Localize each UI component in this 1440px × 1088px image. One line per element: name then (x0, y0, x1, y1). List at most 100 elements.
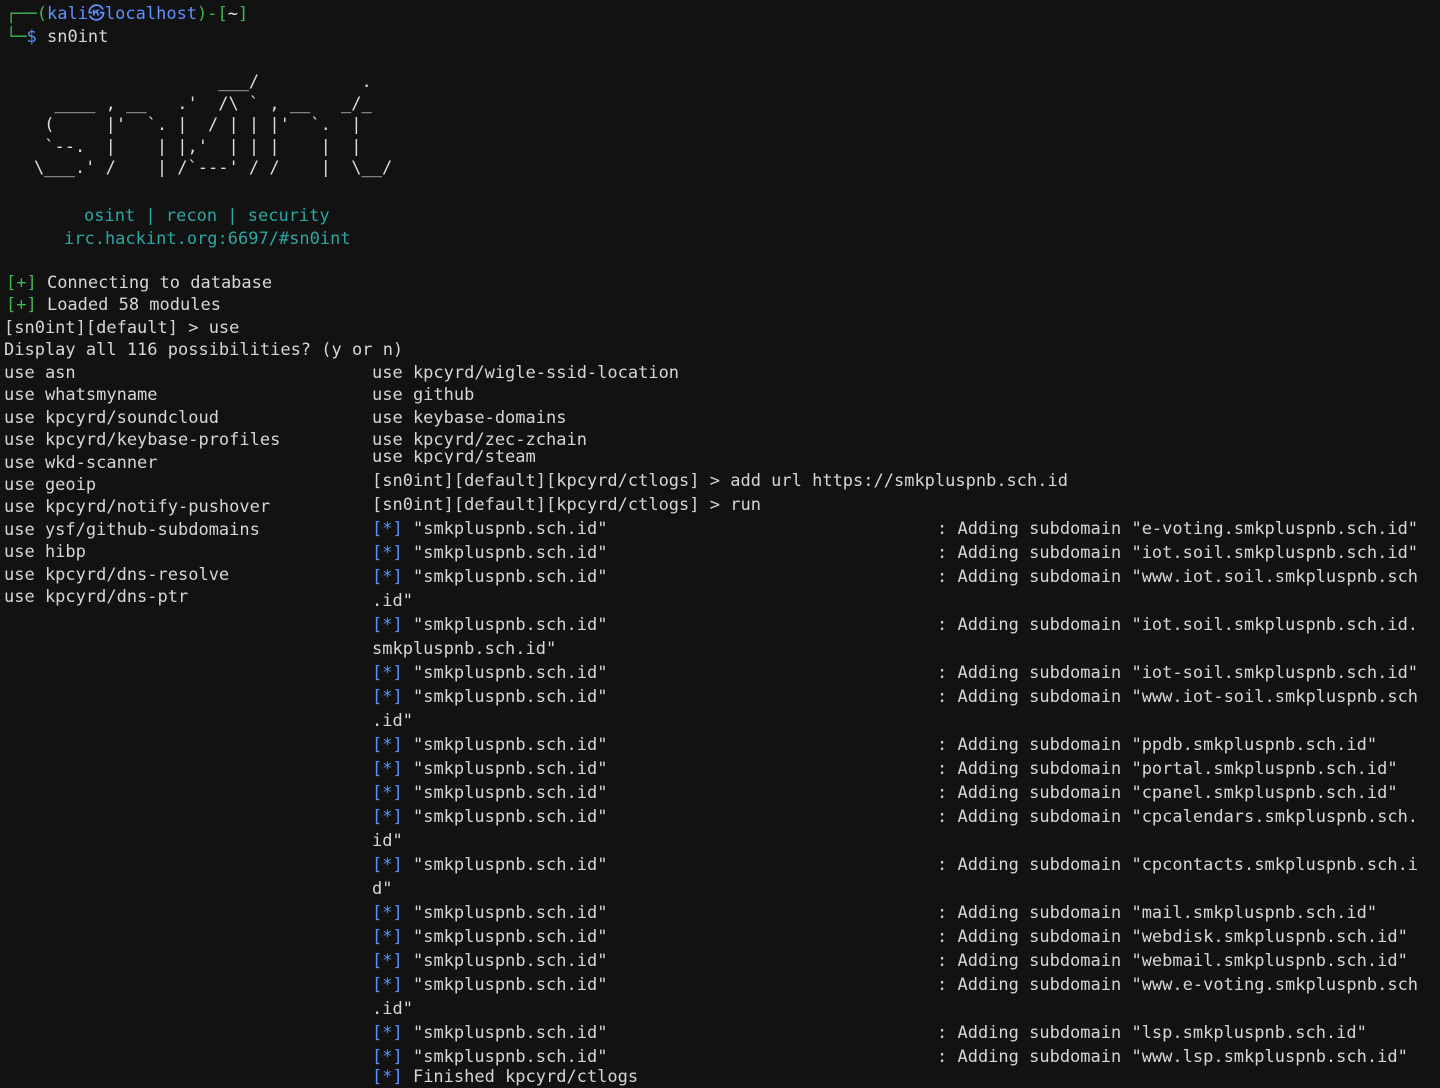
completion-item: use kpcyrd/zec-zchain (372, 430, 587, 451)
completion-item: use whatsmyname (4, 385, 158, 406)
log-message: : Adding subdomain "mail.smkpluspnb.sch.… (937, 903, 1378, 923)
log-message: : Adding subdomain "lsp.smkpluspnb.sch.i… (937, 1023, 1367, 1043)
log-line: [*] "smkpluspnb.sch.id" (372, 1022, 607, 1044)
status-loaded: [+] Loaded 58 modules (6, 295, 221, 315)
status-marker: [+] (6, 295, 37, 315)
log-domain: "smkpluspnb.sch.id" (412, 1047, 608, 1067)
log-marker: [*] (372, 663, 403, 683)
prompt-host: localhost (104, 4, 198, 24)
log-wrap: d" (372, 879, 393, 899)
prompt-dollar: $ (26, 27, 37, 47)
log-domain: "smkpluspnb.sch.id" (412, 567, 608, 587)
log-domain: "smkpluspnb.sch.id" (412, 759, 608, 779)
log-marker: [*] (372, 807, 403, 827)
completion-item: use hibp (4, 542, 86, 563)
log-marker: [*] (372, 567, 403, 587)
prompt-user: kali (46, 4, 88, 24)
status-marker: [+] (6, 273, 37, 293)
log-marker: [*] (372, 1067, 403, 1087)
log-marker: [*] (372, 855, 403, 875)
log-line: [*] "smkpluspnb.sch.id" (372, 518, 607, 540)
log-domain: "smkpluspnb.sch.id" (412, 927, 608, 947)
banner-tagline: osint | recon | security (84, 206, 330, 226)
log-line: [*] "smkpluspnb.sch.id" (372, 854, 607, 876)
log-line: [*] "smkpluspnb.sch.id" (372, 542, 607, 564)
log-marker: [*] (372, 951, 403, 971)
completion-item: use wkd-scanner (4, 452, 158, 473)
log-domain: "smkpluspnb.sch.id" (412, 615, 608, 635)
log-message: : Adding subdomain "iot.soil.smkpluspnb.… (937, 615, 1419, 635)
log-domain: "smkpluspnb.sch.id" (412, 951, 608, 971)
completion-item: use kpcyrd/notify-pushover (4, 497, 271, 518)
log-line: [*] "smkpluspnb.sch.id" (372, 614, 607, 636)
log-domain: "smkpluspnb.sch.id" (412, 519, 608, 539)
log-message: : Adding subdomain "cpcontacts.smkpluspn… (937, 855, 1419, 875)
completion-item: use kpcyrd/wigle-ssid-location (372, 363, 680, 383)
log-domain: "smkpluspnb.sch.id" (412, 975, 608, 995)
log-message: : Adding subdomain "www.iot.soil.smkplus… (937, 567, 1419, 587)
shell-command: sn0int (46, 27, 109, 47)
completion-item: use asn (4, 363, 76, 383)
log-message: : Adding subdomain "webmail.smkpluspnb.s… (937, 951, 1408, 971)
log-marker: [*] (372, 975, 403, 995)
status-connecting: [+] Connecting to database (6, 273, 273, 293)
log-message: : Adding subdomain "www.iot-soil.smkplus… (937, 687, 1419, 707)
log-line: [*] "smkpluspnb.sch.id" (372, 566, 607, 588)
completion-cut-off: use kpcyrd/steam (372, 450, 872, 464)
log-line: [*] "smkpluspnb.sch.id" (372, 662, 607, 684)
log-line: [*] "smkpluspnb.sch.id" (372, 1046, 607, 1068)
log-line: [*] "smkpluspnb.sch.id" (372, 806, 607, 828)
prompt-corner: ┌── (6, 4, 37, 24)
log-domain: "smkpluspnb.sch.id" (412, 807, 608, 827)
log-domain: "smkpluspnb.sch.id" (412, 687, 608, 707)
finished-line: [*] Finished kpcyrd/ctlogs (372, 1067, 639, 1087)
log-line: [*] "smkpluspnb.sch.id" (372, 734, 607, 756)
log-message: : Adding subdomain "ppdb.smkpluspnb.sch.… (937, 735, 1378, 755)
completion-item: use geoip (4, 475, 97, 495)
banner-irc: irc.hackint.org:6697/#sn0int (64, 229, 351, 249)
command-run: [sn0int][default][kpcyrd/ctlogs] > run (372, 495, 761, 515)
log-message: : Adding subdomain "webdisk.smkpluspnb.s… (937, 927, 1408, 947)
log-message: : Adding subdomain "www.e-voting.smkplus… (937, 975, 1419, 995)
log-line: [*] "smkpluspnb.sch.id" (372, 686, 607, 708)
log-domain: "smkpluspnb.sch.id" (412, 1023, 608, 1043)
log-wrap: .id" (372, 999, 413, 1019)
log-wrap: smkpluspnb.sch.id" (372, 639, 557, 659)
log-message: : Adding subdomain "cpanel.smkpluspnb.sc… (937, 783, 1398, 803)
log-domain: "smkpluspnb.sch.id" (412, 903, 608, 923)
log-line: [*] "smkpluspnb.sch.id" (372, 902, 607, 924)
log-line: [*] "smkpluspnb.sch.id" (372, 926, 607, 948)
completion-item: use kpcyrd/dns-resolve (4, 564, 230, 585)
completion-item: use github (372, 385, 475, 406)
log-message: : Adding subdomain "cpcalendars.smkplusp… (937, 807, 1419, 827)
log-domain: "smkpluspnb.sch.id" (412, 855, 608, 875)
sn0int-ascii-logo: ___/ . ____ , __ .' /\ ` , __ _/_ ( |' `… (34, 72, 393, 178)
log-marker: [*] (372, 903, 403, 923)
log-marker: [*] (372, 759, 403, 779)
log-message: : Adding subdomain "portal.smkpluspnb.sc… (937, 759, 1398, 779)
repl-prompt-use: [sn0int][default] > use (4, 318, 240, 338)
log-domain: "smkpluspnb.sch.id" (412, 783, 608, 803)
shell-command-line: └─$ sn0int (6, 26, 108, 48)
log-domain: "smkpluspnb.sch.id" (412, 543, 608, 563)
log-marker: [*] (372, 687, 403, 707)
shell-prompt-line: ┌──(kali㉿localhost)-[~] (6, 4, 249, 24)
log-marker: [*] (372, 615, 403, 635)
log-message: : Adding subdomain "www.lsp.smkpluspnb.s… (937, 1047, 1408, 1067)
completion-item: use kpcyrd/dns-ptr (4, 587, 189, 607)
command-add-url: [sn0int][default][kpcyrd/ctlogs] > add u… (372, 471, 1068, 491)
log-marker: [*] (372, 783, 403, 803)
prompt-dir: ~ (227, 4, 239, 24)
log-marker: [*] (372, 1023, 403, 1043)
log-marker: [*] (372, 543, 403, 563)
log-line: [*] "smkpluspnb.sch.id" (372, 758, 607, 780)
log-line: [*] "smkpluspnb.sch.id" (372, 950, 607, 972)
log-domain: "smkpluspnb.sch.id" (412, 663, 608, 683)
log-marker: [*] (372, 927, 403, 947)
log-wrap: .id" (372, 591, 413, 611)
log-marker: [*] (372, 519, 403, 539)
log-line: [*] "smkpluspnb.sch.id" (372, 974, 607, 996)
log-message: : Adding subdomain "e-voting.smkpluspnb.… (937, 519, 1419, 539)
completion-cut-off-text: use kpcyrd/steam (372, 450, 536, 464)
log-marker: [*] (372, 1047, 403, 1067)
